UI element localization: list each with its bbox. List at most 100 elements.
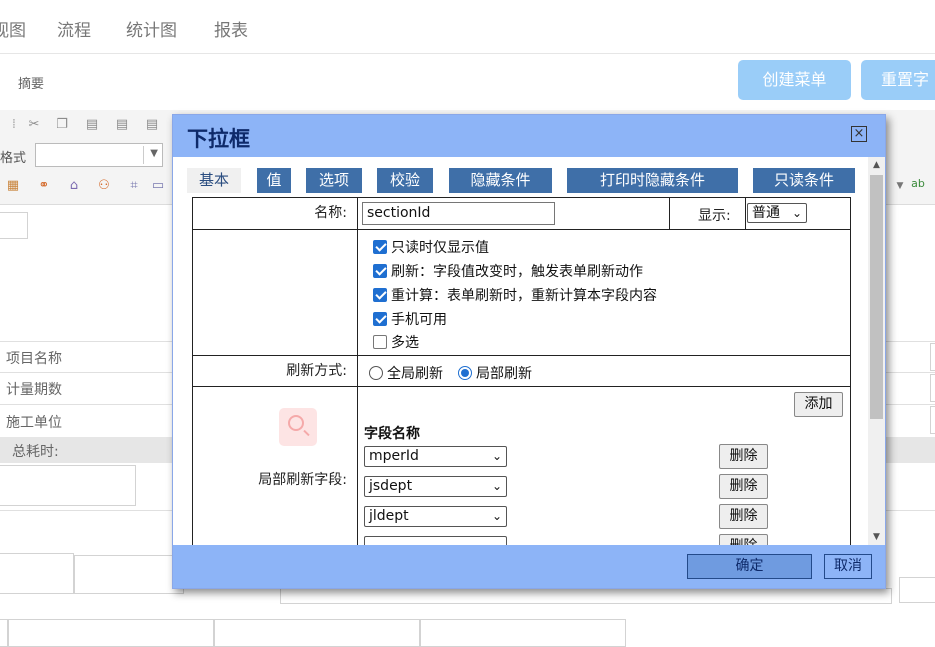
tab-hide-condition[interactable]: 隐藏条件 bbox=[449, 168, 552, 193]
bg-label-contractor: 施工单位 bbox=[6, 415, 62, 431]
scroll-down-icon[interactable]: ▼ bbox=[868, 529, 885, 545]
delete-field-button[interactable]: 删除 bbox=[719, 444, 768, 469]
ok-button[interactable]: 确定 bbox=[687, 554, 812, 579]
radio-button[interactable] bbox=[458, 366, 472, 380]
option-refresh[interactable]: 刷新：字段值改变时，触发表单刷新动作 bbox=[373, 261, 643, 281]
display-select-value: 普通 bbox=[752, 205, 780, 221]
nav-item-chart[interactable]: 统计图 bbox=[126, 16, 177, 41]
name-row-divider bbox=[745, 198, 746, 229]
bg-cell bbox=[930, 406, 935, 434]
cut-icon[interactable]: ✂ bbox=[26, 117, 42, 133]
bg-label-total-time: 总耗时: bbox=[12, 444, 59, 460]
checkbox[interactable] bbox=[373, 335, 387, 349]
paste-text-icon[interactable]: ▤ bbox=[114, 117, 130, 133]
add-field-button[interactable]: 添加 bbox=[794, 392, 843, 417]
tab-print-hide-condition[interactable]: 打印时隐藏条件 bbox=[567, 168, 738, 193]
create-menu-button[interactable]: 创建菜单 bbox=[738, 60, 851, 100]
delete-field-button[interactable]: 删除 bbox=[719, 504, 768, 529]
cancel-button[interactable]: 取消 bbox=[824, 554, 872, 579]
refresh-global-option[interactable]: 全局刷新 bbox=[369, 363, 443, 383]
bg-cell bbox=[0, 619, 8, 647]
bg-input[interactable] bbox=[0, 212, 28, 239]
delete-field-button[interactable]: 删除 bbox=[719, 534, 768, 545]
basic-form: 名称: sectionId 显示: 普通 ⌄ 只读时仅显示值 刷新：字段值改变时… bbox=[192, 197, 851, 545]
bg-cell bbox=[930, 374, 935, 402]
partial-fields-row: 局部刷新字段: 添加 字段名称 mperId ⌄ 删除 jsdept ⌄ 删除 jl… bbox=[193, 387, 850, 545]
app-root: 视图 流程 统计图 报表 摘要 创建菜单 重置字 ⁞ ✂ ❐ ▤ ▤ ▤ 格式 … bbox=[0, 0, 935, 647]
checkbox[interactable] bbox=[373, 312, 387, 326]
bg-cell bbox=[214, 619, 420, 647]
partial-fields-label: 局部刷新字段: bbox=[258, 472, 347, 488]
calendar-icon[interactable]: ▦ bbox=[5, 178, 21, 194]
dialog-scrollbar[interactable]: ▲ ▼ bbox=[868, 157, 885, 545]
tab-readonly-condition[interactable]: 只读条件 bbox=[753, 168, 855, 193]
checkbox[interactable] bbox=[373, 240, 387, 254]
radio-button[interactable] bbox=[369, 366, 383, 380]
checkbox[interactable] bbox=[373, 288, 387, 302]
toolbar-grip-icon: ⁞ bbox=[11, 117, 17, 132]
table-icon[interactable]: ▭ bbox=[150, 178, 166, 194]
bg-cell bbox=[8, 619, 214, 647]
scroll-thumb[interactable] bbox=[870, 175, 883, 419]
field-select-1[interactable]: mperId ⌄ bbox=[364, 446, 507, 467]
tab-basic[interactable]: 基本 bbox=[187, 168, 241, 193]
options-row: 只读时仅显示值 刷新：字段值改变时，触发表单刷新动作 重计算：表单刷新时，重新计… bbox=[193, 230, 850, 356]
frame-icon[interactable]: ⌗ bbox=[126, 178, 142, 194]
copy-icon[interactable]: ❐ bbox=[54, 117, 70, 133]
bg-cell bbox=[420, 619, 626, 647]
tab-value[interactable]: 值 bbox=[257, 168, 291, 193]
chevron-down-icon: ⌄ bbox=[791, 206, 802, 220]
bank-icon[interactable]: ⌂ bbox=[66, 178, 82, 194]
close-icon[interactable]: × bbox=[851, 126, 867, 142]
option-recalculate[interactable]: 重计算：表单刷新时，重新计算本字段内容 bbox=[373, 285, 657, 305]
field-name-header: 字段名称 bbox=[364, 426, 420, 442]
field-select-2[interactable]: jsdept ⌄ bbox=[364, 476, 507, 497]
bg-label-project-name: 项目名称 bbox=[6, 351, 62, 367]
option-mobile[interactable]: 手机可用 bbox=[373, 309, 447, 329]
chevron-down-icon: ▼ bbox=[150, 148, 158, 159]
delete-field-button[interactable]: 删除 bbox=[719, 474, 768, 499]
nav-item-flow[interactable]: 流程 bbox=[57, 16, 91, 41]
link-icon[interactable]: ⚭ bbox=[36, 178, 52, 194]
option-multiselect[interactable]: 多选 bbox=[373, 332, 419, 352]
chevron-down-icon: ⌄ bbox=[492, 537, 502, 545]
scroll-up-icon[interactable]: ▲ bbox=[868, 157, 885, 173]
field-select-3[interactable]: jldept ⌄ bbox=[364, 506, 507, 527]
dropdown-dialog: 下拉框 × 基本 值 选项 校验 隐藏条件 打印时隐藏条件 只读条件 名称: s… bbox=[172, 114, 886, 589]
search-icon-lens bbox=[288, 415, 304, 431]
option-readonly-value-only[interactable]: 只读时仅显示值 bbox=[373, 237, 489, 257]
summary-tab[interactable]: 摘要 bbox=[18, 73, 44, 92]
reset-button[interactable]: 重置字 bbox=[861, 60, 935, 100]
display-select[interactable]: 普通 ⌄ bbox=[747, 203, 807, 223]
paste-icon[interactable]: ▤ bbox=[84, 117, 100, 133]
bg-label-period: 计量期数 bbox=[6, 382, 62, 398]
dialog-header: 下拉框 × bbox=[173, 115, 885, 157]
spellcheck-icon[interactable]: ab bbox=[910, 176, 926, 192]
bg-cell bbox=[930, 343, 935, 371]
field-select-4[interactable]: ⌄ bbox=[364, 536, 507, 545]
refresh-mode-row: 刷新方式: 全局刷新 局部刷新 bbox=[193, 356, 850, 387]
bg-textarea[interactable] bbox=[0, 553, 74, 594]
chevron-down-icon[interactable]: ▼ bbox=[892, 178, 908, 194]
search-icon-handle bbox=[303, 429, 310, 437]
name-input[interactable]: sectionId bbox=[362, 202, 555, 225]
refresh-partial-option[interactable]: 局部刷新 bbox=[458, 363, 532, 383]
dialog-footer: 确定 取消 bbox=[173, 545, 885, 588]
name-label: 名称: bbox=[193, 198, 358, 229]
dialog-tabs: 基本 值 选项 校验 隐藏条件 打印时隐藏条件 只读条件 bbox=[187, 168, 867, 193]
people-icon[interactable]: ⚇ bbox=[96, 178, 112, 194]
chevron-down-icon: ⌄ bbox=[491, 479, 502, 493]
tab-options[interactable]: 选项 bbox=[306, 168, 362, 193]
checkbox[interactable] bbox=[373, 264, 387, 278]
search-icon bbox=[279, 408, 317, 446]
format-select[interactable]: ▼ bbox=[35, 143, 163, 167]
paste-word-icon[interactable]: ▤ bbox=[144, 117, 160, 133]
top-nav: 视图 流程 统计图 报表 bbox=[0, 0, 935, 54]
nav-item-view[interactable]: 视图 bbox=[0, 16, 26, 41]
options-label bbox=[193, 230, 358, 355]
nav-item-report[interactable]: 报表 bbox=[214, 16, 248, 41]
chevron-down-icon: ⌄ bbox=[491, 449, 502, 463]
bg-textarea[interactable] bbox=[0, 465, 136, 506]
format-select-divider bbox=[143, 146, 144, 164]
tab-validation[interactable]: 校验 bbox=[377, 168, 433, 193]
